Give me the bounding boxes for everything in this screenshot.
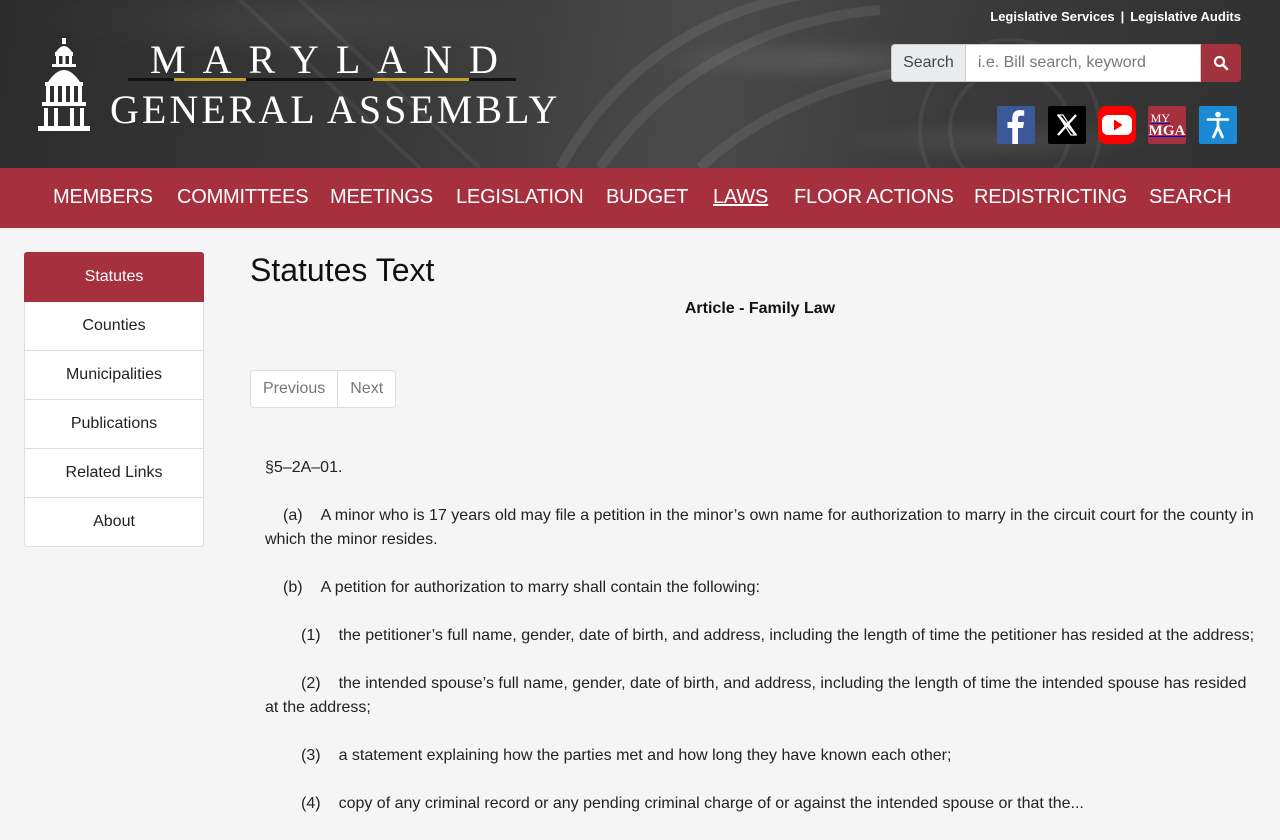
logo-maryland-text: MARYLAND xyxy=(150,37,515,82)
x-icon xyxy=(1056,114,1078,136)
paragraph-label: (2) xyxy=(301,675,321,692)
sidebar-item-about[interactable]: About xyxy=(24,498,204,547)
mymga-link[interactable]: MY MGA xyxy=(1148,106,1186,144)
article-title: Article - Family Law xyxy=(684,300,836,317)
header-background-architecture xyxy=(238,0,1102,168)
nav-committees[interactable]: COMMITTEES xyxy=(177,186,309,209)
capitol-dome-logo xyxy=(38,38,90,131)
logo-divider xyxy=(128,78,516,81)
paragraph-label: (1) xyxy=(301,627,321,644)
section-number: §5–2A–01. xyxy=(265,459,343,476)
statute-paragraph: (2) the intended spouse’s full name, gend… xyxy=(265,672,1259,720)
page-title: Statutes Text xyxy=(250,252,435,288)
nav-legislation[interactable]: LEGISLATION xyxy=(456,186,584,209)
mymga-icon: MY MGA xyxy=(1148,111,1186,139)
accessibility-link[interactable] xyxy=(1199,106,1237,144)
statute-paragraph: (4) copy of any criminal record or any pe… xyxy=(265,792,1259,816)
paragraph-label: (4) xyxy=(301,795,321,812)
legislative-services-link[interactable]: Legislative Services xyxy=(990,9,1114,24)
top-links-separator: | xyxy=(1120,9,1125,24)
paragraph-text: copy of any criminal record or any pendi… xyxy=(338,795,1084,812)
search-box: Search xyxy=(891,44,1241,82)
sidebar-item-municipalities[interactable]: Municipalities xyxy=(24,351,204,400)
search-button[interactable] xyxy=(1201,44,1241,82)
search-icon xyxy=(1213,55,1229,71)
statute-paragraph: (1) the petitioner’s full name, gender, d… xyxy=(265,624,1259,648)
sidebar-item-counties[interactable]: Counties xyxy=(24,302,204,351)
site-header: MARYLAND GENERAL ASSEMBLY Legislative Se… xyxy=(0,0,1280,168)
legislative-audits-link[interactable]: Legislative Audits xyxy=(1130,9,1241,24)
statute-paragraph: (a) A minor who is 17 years old may file … xyxy=(265,504,1259,552)
paragraph-text: the petitioner’s full name, gender, date… xyxy=(338,627,1255,644)
search-input[interactable] xyxy=(964,44,1202,82)
search-label: Search xyxy=(891,44,965,82)
youtube-link[interactable] xyxy=(1098,106,1136,144)
top-links: Legislative Services | Legislative Audits xyxy=(990,9,1241,24)
paragraph-text: a statement explaining how the parties m… xyxy=(338,747,952,764)
sidebar: Statutes Counties Municipalities Publica… xyxy=(24,252,204,547)
nav-members[interactable]: MEMBERS xyxy=(53,186,153,209)
statute-text: §5–2A–01. (a) A minor who is 17 years old… xyxy=(265,456,1259,840)
sidebar-item-statutes[interactable]: Statutes xyxy=(24,252,204,302)
nav-meetings[interactable]: MEETINGS xyxy=(330,186,433,209)
sidebar-item-publications[interactable]: Publications xyxy=(24,400,204,449)
logo-general-assembly-text: GENERAL ASSEMBLY xyxy=(110,87,561,132)
previous-button[interactable]: Previous xyxy=(251,371,337,407)
accessibility-icon xyxy=(1206,111,1230,139)
statute-paragraph: (b) A petition for authorization to marry… xyxy=(265,576,1259,600)
paragraph-text: A petition for authorization to marry sh… xyxy=(320,579,760,596)
paragraph-label: (3) xyxy=(301,747,321,764)
pagination: Previous Next xyxy=(250,370,397,408)
paragraph-text: the intended spouse’s full name, gender,… xyxy=(265,675,1247,716)
nav-floor-actions[interactable]: FLOOR ACTIONS xyxy=(794,186,954,209)
facebook-icon xyxy=(1007,110,1025,144)
nav-search[interactable]: SEARCH xyxy=(1149,186,1231,209)
facebook-link[interactable] xyxy=(997,106,1035,144)
nav-laws[interactable]: LAWS xyxy=(713,186,768,209)
paragraph-label: (b) xyxy=(283,579,303,596)
main-navigation: MEMBERS COMMITTEES MEETINGS LEGISLATION … xyxy=(0,168,1280,228)
youtube-icon xyxy=(1102,115,1132,135)
paragraph-text: A minor who is 17 years old may file a p… xyxy=(265,507,1254,548)
nav-redistricting[interactable]: REDISTRICTING xyxy=(974,186,1127,209)
next-button[interactable]: Next xyxy=(337,371,395,407)
x-link[interactable] xyxy=(1048,106,1086,144)
statute-paragraph: (3) a statement explaining how the partie… xyxy=(265,744,1259,768)
paragraph-label: (a) xyxy=(283,507,303,524)
sidebar-item-related-links[interactable]: Related Links xyxy=(24,449,204,498)
nav-budget[interactable]: BUDGET xyxy=(606,186,688,209)
